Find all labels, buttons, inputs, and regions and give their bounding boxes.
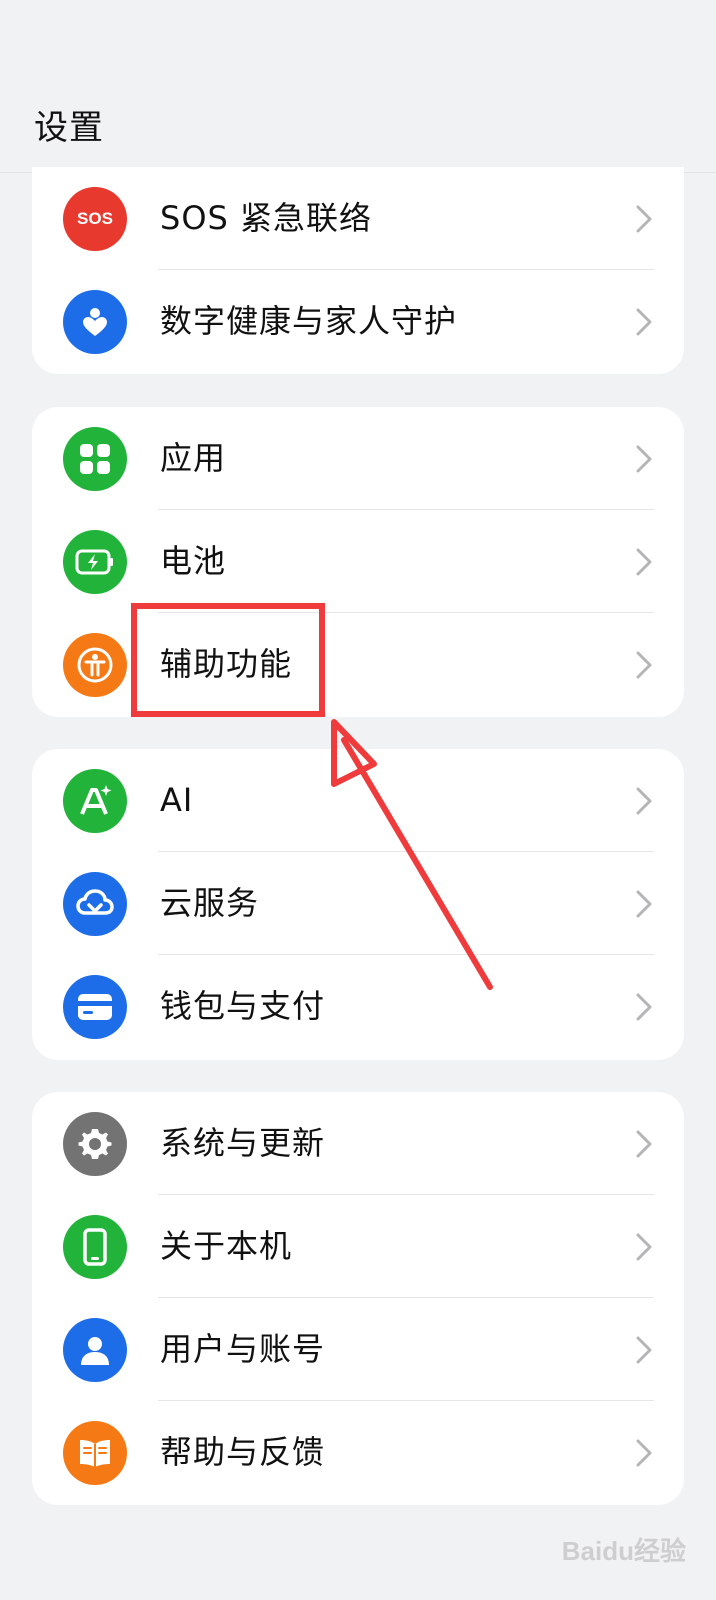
settings-item-system-update[interactable]: 系统与更新 <box>32 1092 684 1195</box>
settings-item-users-accounts[interactable]: 用户与账号 <box>32 1298 684 1401</box>
settings-item-label: AI <box>160 781 194 819</box>
settings-group-device: 应用 电池 辅助功能 <box>32 407 684 717</box>
header: 设置 <box>0 0 716 173</box>
settings-item-wallet[interactable]: 钱包与支付 <box>32 955 684 1058</box>
chevron-right-icon <box>636 308 652 336</box>
chevron-right-icon <box>636 205 652 233</box>
settings-item-label: 关于本机 <box>160 1227 293 1265</box>
settings-item-label: 钱包与支付 <box>160 987 326 1025</box>
settings-item-battery[interactable]: 电池 <box>32 510 684 613</box>
cloud-icon <box>63 872 127 936</box>
book-icon <box>63 1421 127 1485</box>
page-title: 设置 <box>34 108 104 148</box>
chevron-right-icon <box>636 1233 652 1261</box>
gear-icon <box>63 1112 127 1176</box>
heart-person-icon <box>63 290 127 354</box>
settings-item-sos[interactable]: SOS SOS 紧急联络 <box>32 167 684 270</box>
chevron-right-icon <box>636 548 652 576</box>
chevron-right-icon <box>636 1336 652 1364</box>
settings-item-apps[interactable]: 应用 <box>32 407 684 510</box>
battery-icon <box>63 530 127 594</box>
chevron-right-icon <box>636 890 652 918</box>
chevron-right-icon <box>636 651 652 679</box>
settings-item-label: 应用 <box>160 439 227 477</box>
accessibility-icon <box>63 633 127 697</box>
settings-item-label: 用户与账号 <box>160 1330 326 1368</box>
settings-item-ai[interactable]: AI <box>32 749 684 852</box>
settings-item-label: 电池 <box>160 542 227 580</box>
chevron-right-icon <box>636 993 652 1021</box>
settings-item-digital-health[interactable]: 数字健康与家人守护 <box>32 270 684 373</box>
settings-item-label: 数字健康与家人守护 <box>160 302 458 340</box>
ai-icon <box>63 769 127 833</box>
sos-icon: SOS <box>63 187 127 251</box>
settings-group-system: 系统与更新 关于本机 用户与账号 帮助与反馈 <box>32 1092 684 1505</box>
apps-grid-icon <box>63 427 127 491</box>
chevron-right-icon <box>636 1130 652 1158</box>
settings-item-label: 系统与更新 <box>160 1124 326 1162</box>
watermark: Baidu经验 <box>561 1536 686 1566</box>
settings-group-safety: SOS SOS 紧急联络 数字健康与家人守护 <box>32 167 684 374</box>
user-icon <box>63 1318 127 1382</box>
settings-item-cloud[interactable]: 云服务 <box>32 852 684 955</box>
settings-item-about-phone[interactable]: 关于本机 <box>32 1195 684 1298</box>
settings-item-help-feedback[interactable]: 帮助与反馈 <box>32 1401 684 1504</box>
settings-item-label: SOS 紧急联络 <box>160 199 372 237</box>
chevron-right-icon <box>636 787 652 815</box>
phone-icon <box>63 1215 127 1279</box>
chevron-right-icon <box>636 445 652 473</box>
settings-item-accessibility[interactable]: 辅助功能 <box>32 613 684 716</box>
settings-group-services: AI 云服务 钱包与支付 <box>32 749 684 1060</box>
settings-item-label: 辅助功能 <box>160 645 293 683</box>
settings-item-label: 帮助与反馈 <box>160 1433 326 1471</box>
settings-item-label: 云服务 <box>160 884 260 922</box>
chevron-right-icon <box>636 1439 652 1467</box>
wallet-icon <box>63 975 127 1039</box>
